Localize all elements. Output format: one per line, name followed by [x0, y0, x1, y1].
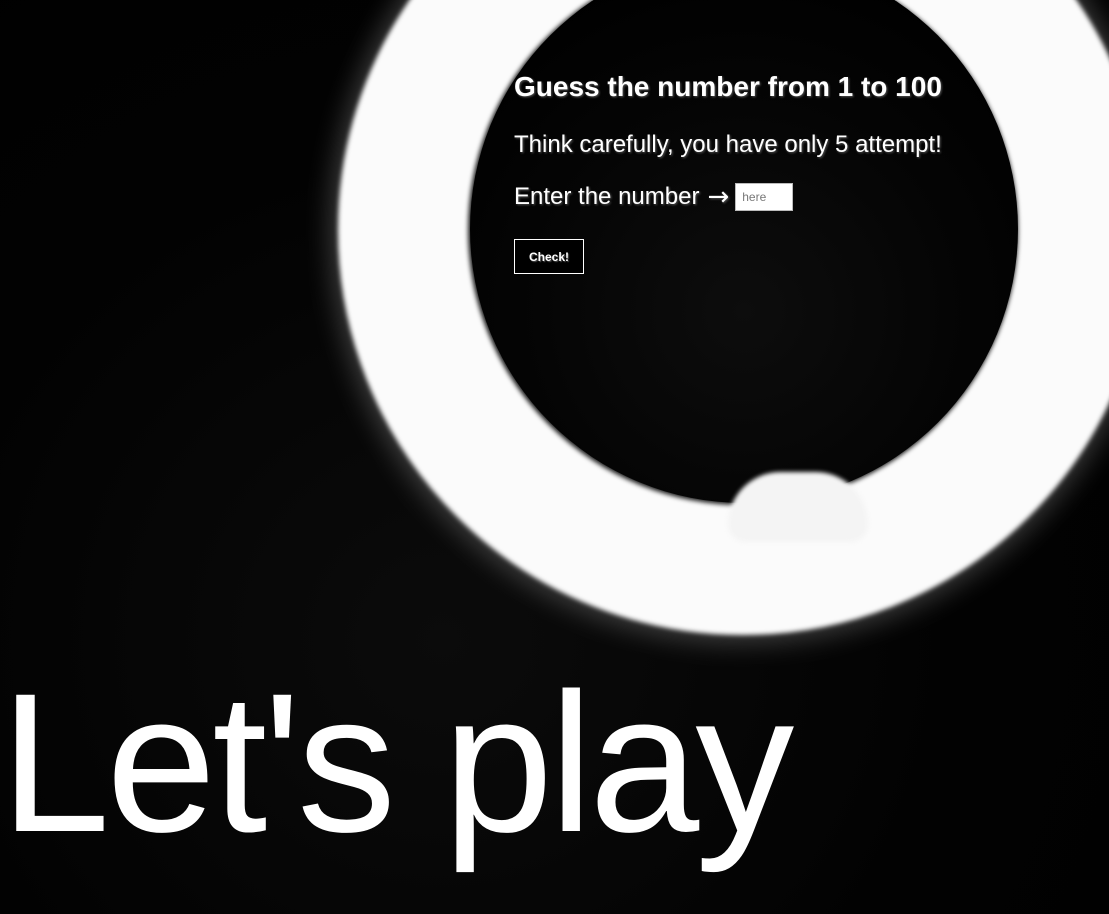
entry-label: Enter the number — [514, 183, 700, 210]
lets-play-heading: Let's play — [0, 652, 794, 873]
entry-row: Enter the number → — [514, 182, 1074, 212]
attempts-hint: Think carefully, you have only 5 attempt… — [514, 131, 942, 158]
number-input[interactable] — [735, 183, 794, 211]
check-button[interactable]: Check! — [514, 239, 584, 274]
game-title: Guess the number from 1 to 100 — [514, 71, 942, 102]
arrow-right-icon: → — [707, 182, 730, 212]
hand-silhouette — [728, 472, 868, 542]
game-panel: Guess the number from 1 to 100 Think car… — [514, 70, 1074, 274]
